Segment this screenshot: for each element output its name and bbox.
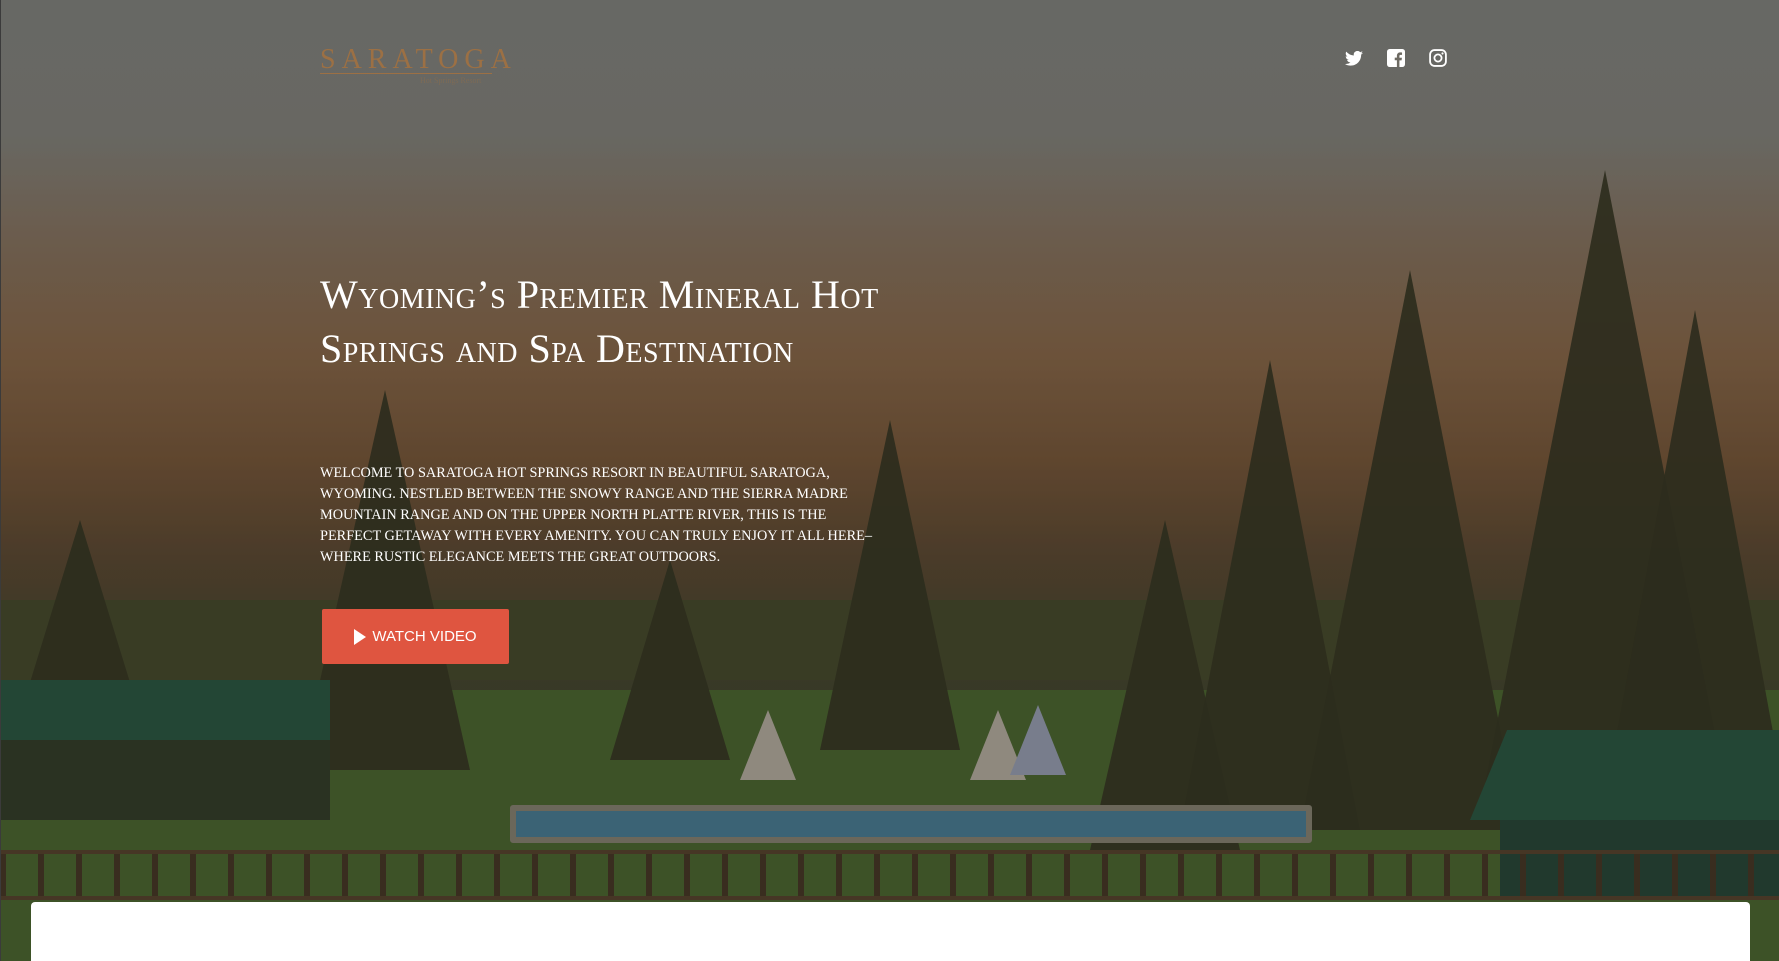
watch-video-label: WATCH VIDEO xyxy=(372,628,477,645)
twitter-icon[interactable] xyxy=(1342,46,1366,70)
instagram-icon[interactable] xyxy=(1426,46,1450,70)
logo-tagline: Hot Springs Resort xyxy=(420,76,482,85)
watch-video-button[interactable]: WATCH VIDEO xyxy=(322,609,509,664)
hero-headline: Wyoming’s Premier Mineral Hot Springs an… xyxy=(320,272,879,371)
content-panel xyxy=(31,902,1750,961)
hero-background xyxy=(0,0,1779,961)
logo-wordmark: SARATOGA xyxy=(320,44,517,75)
social-links xyxy=(1342,46,1450,70)
facebook-icon[interactable] xyxy=(1384,46,1408,70)
play-icon xyxy=(354,628,367,645)
hero-intro: Welcome to Saratoga Hot Springs Resort i… xyxy=(320,465,872,565)
hero-overlay xyxy=(0,0,1779,961)
logo-underline xyxy=(320,73,492,74)
saratoga-logo[interactable]: SARATOGA Hot Springs Resort xyxy=(320,44,517,85)
window-edge xyxy=(0,0,1,961)
site-header: SARATOGA Hot Springs Resort xyxy=(320,46,1450,86)
